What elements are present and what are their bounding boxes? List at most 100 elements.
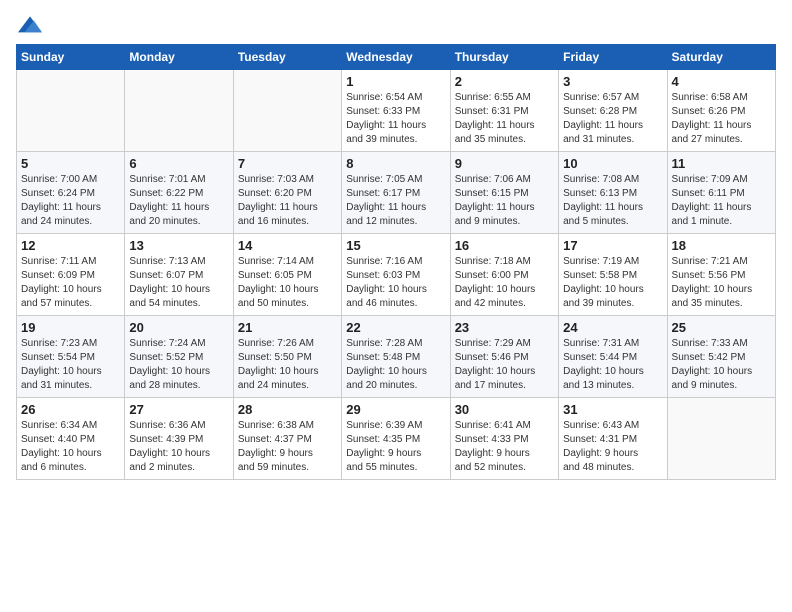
day-info: Sunrise: 6:55 AM Sunset: 6:31 PM Dayligh… [455,91,554,147]
calendar-cell [17,70,125,152]
weekday-header-thursday: Thursday [450,45,558,70]
page-header [16,16,776,32]
day-info: Sunrise: 7:29 AM Sunset: 5:46 PM Dayligh… [455,337,554,393]
weekday-header-wednesday: Wednesday [342,45,450,70]
calendar-cell: 15 Sunrise: 7:16 AM Sunset: 6:03 PM Dayli… [342,234,450,316]
calendar-cell: 18Sunrise: 7:21 AM Sunset: 5:56 PM Dayli… [667,234,775,316]
day-info: Sunrise: 6:57 AM Sunset: 6:28 PM Dayligh… [563,91,662,147]
calendar-cell: 5 Sunrise: 7:00 AM Sunset: 6:24 PM Daylig… [17,152,125,234]
day-number: 14 [238,238,337,253]
day-number: 28 [238,402,337,417]
day-number: 19 [21,320,120,335]
calendar-cell: 28 Sunrise: 6:38 AM Sunset: 4:37 PM Dayli… [233,398,341,480]
calendar-week-row: 1 Sunrise: 6:54 AM Sunset: 6:33 PM Daylig… [17,70,776,152]
day-number: 3 [563,74,662,89]
calendar-cell: 8 Sunrise: 7:05 AM Sunset: 6:17 PM Daylig… [342,152,450,234]
day-info: Sunrise: 7:33 AM Sunset: 5:42 PM Dayligh… [672,337,771,393]
day-number: 22 [346,320,445,335]
day-info: Sunrise: 7:05 AM Sunset: 6:17 PM Dayligh… [346,173,445,229]
day-info: Sunrise: 6:39 AM Sunset: 4:35 PM Dayligh… [346,419,445,475]
day-info: Sunrise: 7:06 AM Sunset: 6:15 PM Dayligh… [455,173,554,229]
calendar-cell: 9 Sunrise: 7:06 AM Sunset: 6:15 PM Daylig… [450,152,558,234]
day-number: 1 [346,74,445,89]
day-number: 10 [563,156,662,171]
day-number: 13 [129,238,228,253]
calendar-week-row: 19 Sunrise: 7:23 AM Sunset: 5:54 PM Dayli… [17,316,776,398]
calendar-cell: 20Sunrise: 7:24 AM Sunset: 5:52 PM Dayli… [125,316,233,398]
calendar-cell: 25 Sunrise: 7:33 AM Sunset: 5:42 PM Dayli… [667,316,775,398]
calendar-cell: 6Sunrise: 7:01 AM Sunset: 6:22 PM Daylig… [125,152,233,234]
day-info: Sunrise: 7:19 AM Sunset: 5:58 PM Dayligh… [563,255,662,311]
day-info: Sunrise: 7:31 AM Sunset: 5:44 PM Dayligh… [563,337,662,393]
calendar-cell: 3 Sunrise: 6:57 AM Sunset: 6:28 PM Daylig… [559,70,667,152]
calendar-cell [667,398,775,480]
calendar-cell [233,70,341,152]
calendar-cell: 2 Sunrise: 6:55 AM Sunset: 6:31 PM Daylig… [450,70,558,152]
calendar-cell: 14 Sunrise: 7:14 AM Sunset: 6:05 PM Dayli… [233,234,341,316]
calendar-cell: 29 Sunrise: 6:39 AM Sunset: 4:35 PM Dayli… [342,398,450,480]
calendar-cell: 7 Sunrise: 7:03 AM Sunset: 6:20 PM Daylig… [233,152,341,234]
day-info: Sunrise: 7:28 AM Sunset: 5:48 PM Dayligh… [346,337,445,393]
day-info: Sunrise: 7:23 AM Sunset: 5:54 PM Dayligh… [21,337,120,393]
day-number: 26 [21,402,120,417]
day-info: Sunrise: 6:38 AM Sunset: 4:37 PM Dayligh… [238,419,337,475]
calendar-cell: 4 Sunrise: 6:58 AM Sunset: 6:26 PM Daylig… [667,70,775,152]
calendar-cell: 26 Sunrise: 6:34 AM Sunset: 4:40 PM Dayli… [17,398,125,480]
day-info: Sunrise: 6:54 AM Sunset: 6:33 PM Dayligh… [346,91,445,147]
calendar-cell: 11 Sunrise: 7:09 AM Sunset: 6:11 PM Dayli… [667,152,775,234]
calendar-week-row: 26 Sunrise: 6:34 AM Sunset: 4:40 PM Dayli… [17,398,776,480]
calendar-cell [125,70,233,152]
day-number: 8 [346,156,445,171]
day-info: Sunrise: 7:18 AM Sunset: 6:00 PM Dayligh… [455,255,554,311]
calendar-cell: 10Sunrise: 7:08 AM Sunset: 6:13 PM Dayli… [559,152,667,234]
day-number: 11 [672,156,771,171]
day-number: 16 [455,238,554,253]
calendar-week-row: 12 Sunrise: 7:11 AM Sunset: 6:09 PM Dayli… [17,234,776,316]
day-number: 4 [672,74,771,89]
calendar-week-row: 5 Sunrise: 7:00 AM Sunset: 6:24 PM Daylig… [17,152,776,234]
day-number: 7 [238,156,337,171]
calendar-cell: 16 Sunrise: 7:18 AM Sunset: 6:00 PM Dayli… [450,234,558,316]
calendar-cell: 24 Sunrise: 7:31 AM Sunset: 5:44 PM Dayli… [559,316,667,398]
day-number: 18 [672,238,771,253]
weekday-header-saturday: Saturday [667,45,775,70]
day-info: Sunrise: 7:03 AM Sunset: 6:20 PM Dayligh… [238,173,337,229]
day-number: 9 [455,156,554,171]
day-info: Sunrise: 6:58 AM Sunset: 6:26 PM Dayligh… [672,91,771,147]
calendar-cell: 27Sunrise: 6:36 AM Sunset: 4:39 PM Dayli… [125,398,233,480]
day-number: 23 [455,320,554,335]
calendar-cell: 23 Sunrise: 7:29 AM Sunset: 5:46 PM Dayli… [450,316,558,398]
day-info: Sunrise: 7:11 AM Sunset: 6:09 PM Dayligh… [21,255,120,311]
day-info: Sunrise: 6:41 AM Sunset: 4:33 PM Dayligh… [455,419,554,475]
day-info: Sunrise: 7:14 AM Sunset: 6:05 PM Dayligh… [238,255,337,311]
weekday-header-sunday: Sunday [17,45,125,70]
day-number: 15 [346,238,445,253]
calendar-cell: 19 Sunrise: 7:23 AM Sunset: 5:54 PM Dayli… [17,316,125,398]
calendar-cell: 22 Sunrise: 7:28 AM Sunset: 5:48 PM Dayli… [342,316,450,398]
calendar-cell: 17Sunrise: 7:19 AM Sunset: 5:58 PM Dayli… [559,234,667,316]
day-info: Sunrise: 6:34 AM Sunset: 4:40 PM Dayligh… [21,419,120,475]
day-info: Sunrise: 7:13 AM Sunset: 6:07 PM Dayligh… [129,255,228,311]
day-number: 25 [672,320,771,335]
day-number: 29 [346,402,445,417]
day-number: 21 [238,320,337,335]
day-number: 20 [129,320,228,335]
calendar-cell: 12 Sunrise: 7:11 AM Sunset: 6:09 PM Dayli… [17,234,125,316]
day-number: 2 [455,74,554,89]
weekday-header-monday: Monday [125,45,233,70]
logo-icon [18,16,42,36]
day-info: Sunrise: 7:09 AM Sunset: 6:11 PM Dayligh… [672,173,771,229]
day-number: 12 [21,238,120,253]
calendar-cell: 21Sunrise: 7:26 AM Sunset: 5:50 PM Dayli… [233,316,341,398]
logo [16,16,42,32]
day-info: Sunrise: 7:16 AM Sunset: 6:03 PM Dayligh… [346,255,445,311]
day-number: 31 [563,402,662,417]
day-number: 24 [563,320,662,335]
day-number: 30 [455,402,554,417]
day-number: 5 [21,156,120,171]
day-info: Sunrise: 7:00 AM Sunset: 6:24 PM Dayligh… [21,173,120,229]
weekday-header-tuesday: Tuesday [233,45,341,70]
day-info: Sunrise: 7:01 AM Sunset: 6:22 PM Dayligh… [129,173,228,229]
weekday-header-row: SundayMondayTuesdayWednesdayThursdayFrid… [17,45,776,70]
calendar-cell: 31Sunrise: 6:43 AM Sunset: 4:31 PM Dayli… [559,398,667,480]
